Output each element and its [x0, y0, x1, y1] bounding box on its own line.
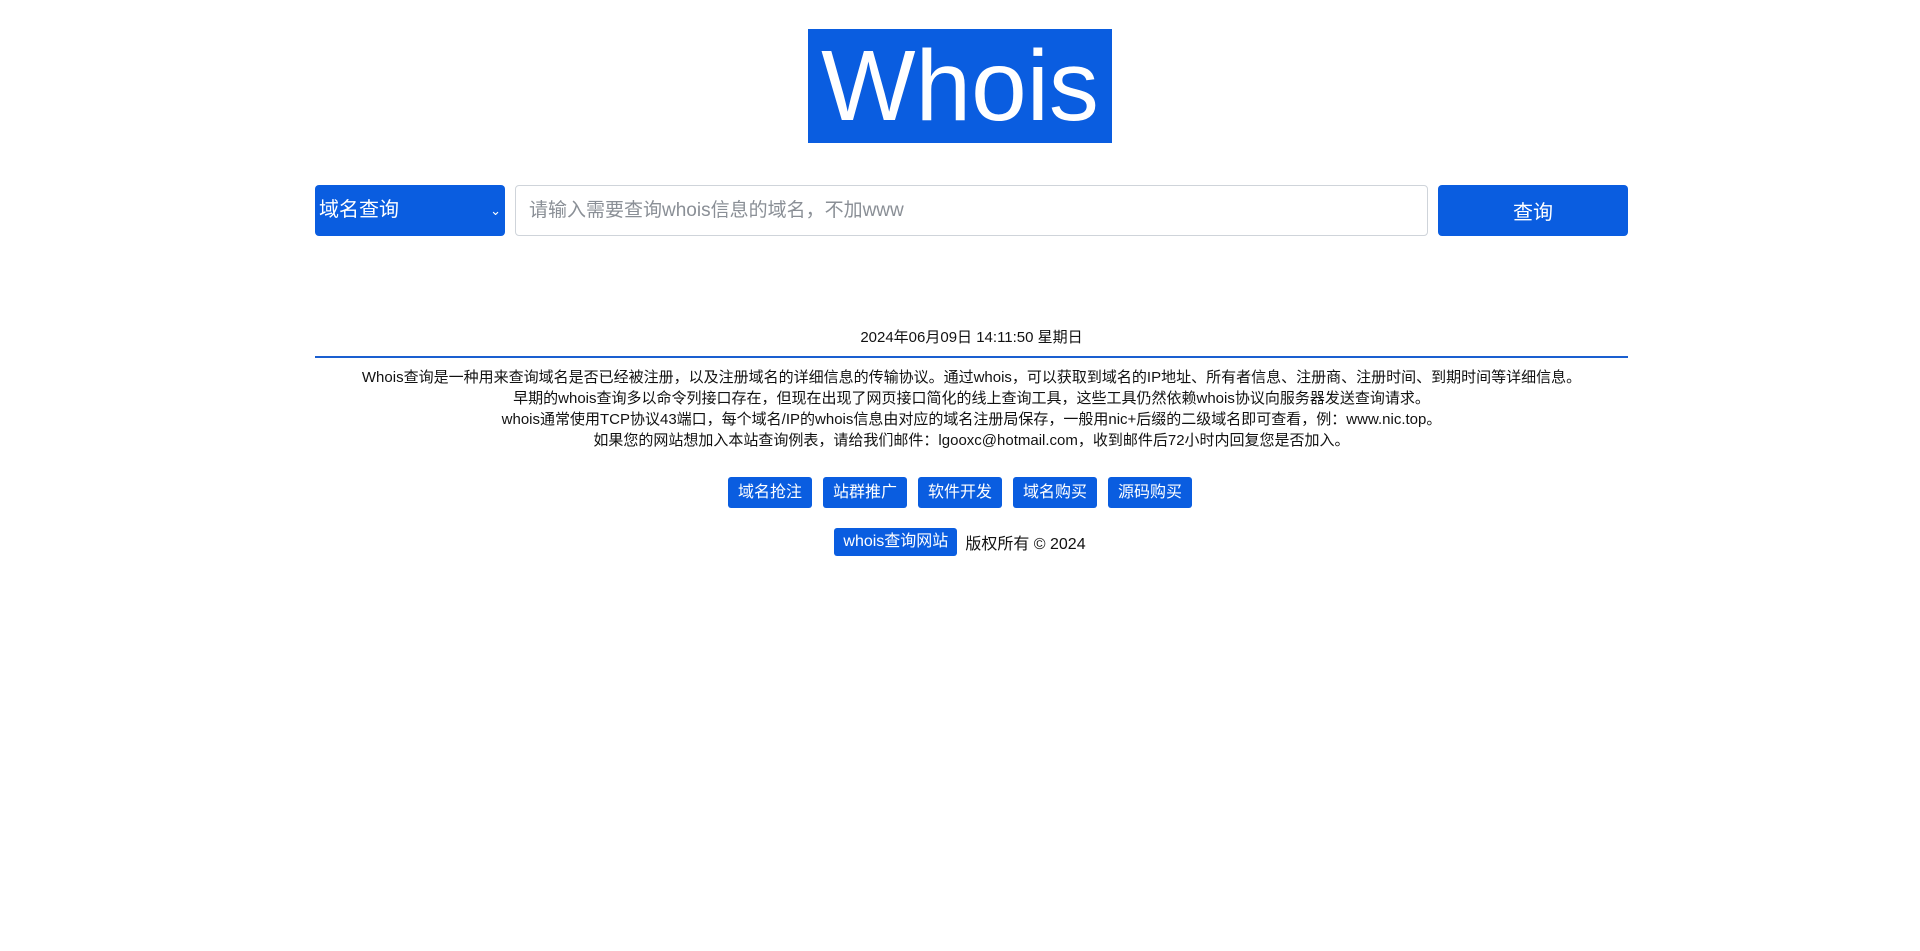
- chevron-down-icon: ⌄: [490, 203, 501, 218]
- intro-line: Whois查询是一种用来查询域名是否已经被注册，以及注册域名的详细信息的传输协议…: [361, 369, 1582, 386]
- footer: whois查询网站 版权所有 © 2024: [0, 528, 1920, 556]
- site-logo[interactable]: Whois: [808, 29, 1112, 143]
- current-datetime: 2024年06月09日 14:11:50 星期日: [860, 329, 1083, 346]
- logo-wrap: Whois: [0, 29, 1920, 143]
- query-type-selected: 域名查询: [319, 199, 399, 221]
- divider: [315, 356, 1628, 358]
- link-site-promotion[interactable]: 站群推广: [822, 477, 907, 508]
- intro-text: Whois查询是一种用来查询域名是否已经被注册，以及注册域名的详细信息的传输协议…: [300, 367, 1643, 451]
- query-button[interactable]: 查询: [1438, 185, 1628, 236]
- link-domain-purchase[interactable]: 域名购买: [1013, 477, 1098, 508]
- search-row: 域名查询 ⌄ 查询: [315, 185, 1628, 236]
- page: Whois 域名查询 ⌄ 查询 2024年06月09日 14:11:50 星期日…: [0, 0, 1920, 951]
- link-source-purchase[interactable]: 源码购买: [1108, 477, 1193, 508]
- intro-line: 早期的whois查询多以命令列接口存在，但现在出现了网页接口简化的线上查询工具，…: [513, 390, 1430, 407]
- link-domain-snapback[interactable]: 域名抢注: [727, 477, 812, 508]
- service-links: 域名抢注 站群推广 软件开发 域名购买 源码购买: [0, 477, 1920, 508]
- intro-line: 如果您的网站想加入本站查询例表，请给我们邮件：lgooxc@hotmail.co…: [593, 432, 1350, 449]
- footer-brand-link[interactable]: whois查询网站: [834, 528, 958, 556]
- intro-line: whois通常使用TCP协议43端口，每个域名/IP的whois信息由对应的域名…: [501, 411, 1442, 428]
- link-software-dev[interactable]: 软件开发: [917, 477, 1002, 508]
- footer-copyright: 版权所有 © 2024: [965, 536, 1086, 553]
- query-type-select[interactable]: 域名查询 ⌄: [315, 185, 505, 236]
- domain-search-input[interactable]: [515, 185, 1428, 236]
